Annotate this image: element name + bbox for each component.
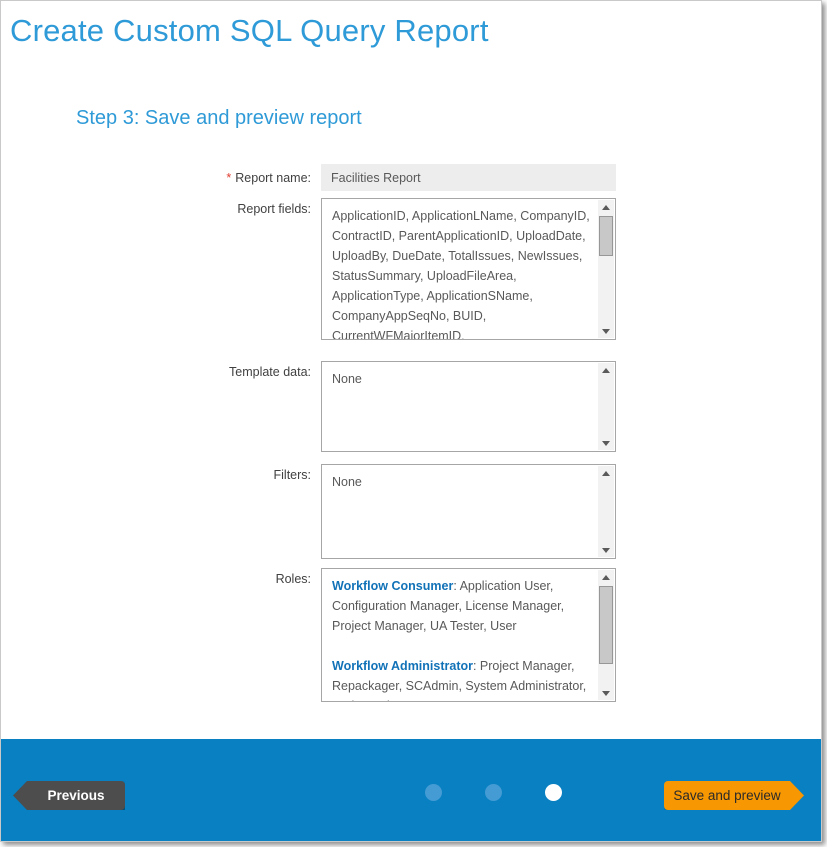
scroll-down-icon[interactable] (598, 324, 614, 338)
previous-button[interactable]: Previous (13, 781, 125, 810)
template-data-label: Template data: (1, 361, 311, 379)
filters-value: None (322, 465, 598, 558)
scroll-down-icon[interactable] (598, 436, 614, 450)
form-row-filters: Filters: None (1, 464, 821, 559)
wizard-footer: Previous Save and preview (1, 739, 821, 841)
template-data-scrollbar[interactable] (598, 363, 614, 450)
role-name: Workflow Administrator (332, 659, 473, 673)
form-row-roles: Roles: Workflow Consumer: Application Us… (1, 568, 821, 702)
step-dot-2[interactable] (485, 784, 502, 801)
save-and-preview-button[interactable]: Save and preview (664, 781, 804, 810)
role-name: Workflow Consumer (332, 579, 453, 593)
filters-box[interactable]: None (321, 464, 616, 559)
report-name-input[interactable] (321, 164, 616, 191)
template-data-box[interactable]: None (321, 361, 616, 452)
report-fields-value: ApplicationID, ApplicationLName, Company… (322, 199, 598, 339)
form-row-report-fields: Report fields: ApplicationID, Applicatio… (1, 198, 821, 340)
roles-box[interactable]: Workflow Consumer: Application User, Con… (321, 568, 616, 702)
step-dot-1[interactable] (425, 784, 442, 801)
form-row-template-data: Template data: None (1, 361, 821, 452)
step-dots (425, 784, 562, 801)
scroll-up-icon[interactable] (598, 466, 614, 480)
roles-label: Roles: (1, 568, 311, 586)
scroll-up-icon[interactable] (598, 363, 614, 377)
report-fields-scrollbar[interactable] (598, 200, 614, 338)
report-summary-form: *Report name: Report fields: Application… (1, 164, 821, 702)
template-data-value: None (322, 362, 598, 451)
scrollbar-thumb[interactable] (599, 586, 613, 664)
report-fields-box[interactable]: ApplicationID, ApplicationLName, Company… (321, 198, 616, 340)
role-entry: Workflow Administrator: Project Manager,… (332, 656, 594, 701)
filters-scrollbar[interactable] (598, 466, 614, 557)
scroll-down-icon[interactable] (598, 686, 614, 700)
roles-scrollbar[interactable] (598, 570, 614, 700)
wizard-page: Create Custom SQL Query Report Step 3: S… (0, 0, 822, 842)
roles-value: Workflow Consumer: Application User, Con… (322, 569, 598, 701)
step-dot-3[interactable] (545, 784, 562, 801)
scroll-up-icon[interactable] (598, 200, 614, 214)
filters-label: Filters: (1, 464, 311, 482)
report-name-label: *Report name: (1, 164, 311, 185)
scrollbar-thumb[interactable] (599, 216, 613, 256)
scroll-down-icon[interactable] (598, 543, 614, 557)
scroll-up-icon[interactable] (598, 570, 614, 584)
required-marker: * (226, 171, 231, 185)
page-title: Create Custom SQL Query Report (10, 13, 489, 49)
step-heading: Step 3: Save and preview report (76, 107, 362, 130)
form-row-report-name: *Report name: (1, 164, 821, 191)
role-entry: Workflow Consumer: Application User, Con… (332, 576, 594, 636)
report-fields-label: Report fields: (1, 198, 311, 216)
